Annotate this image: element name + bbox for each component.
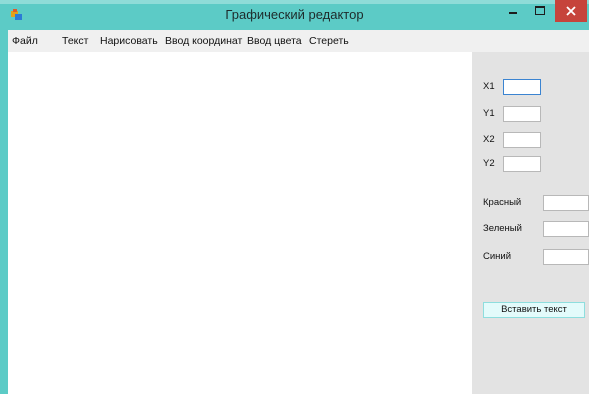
blue-label: Синий xyxy=(483,251,512,262)
red-input[interactable] xyxy=(543,195,589,211)
menu-bar: Файл Текст Нарисовать Ввод координат Вво… xyxy=(8,30,589,52)
x2-input[interactable] xyxy=(503,132,541,148)
blue-input[interactable] xyxy=(543,249,589,265)
x1-input[interactable] xyxy=(503,79,541,95)
x2-label: X2 xyxy=(483,134,495,145)
x1-label: X1 xyxy=(483,81,495,92)
close-button[interactable] xyxy=(555,0,587,22)
drawing-canvas[interactable] xyxy=(8,52,472,394)
menu-erase[interactable]: Стереть xyxy=(309,30,349,52)
menu-file[interactable]: Файл xyxy=(12,30,38,52)
minimize-button[interactable] xyxy=(500,0,526,22)
menu-text[interactable]: Текст xyxy=(62,30,88,52)
green-label: Зеленый xyxy=(483,223,522,234)
title-bar[interactable]: Графический редактор xyxy=(0,0,589,30)
side-panel: X1 Y1 X2 Y2 Красный Зеленый Синий Встави… xyxy=(472,52,589,394)
insert-text-button[interactable]: Вставить текст xyxy=(483,302,585,318)
red-label: Красный xyxy=(483,197,522,208)
y2-label: Y2 xyxy=(483,158,495,169)
menu-color[interactable]: Ввод цвета xyxy=(247,30,302,52)
y1-label: Y1 xyxy=(483,108,495,119)
close-icon xyxy=(566,6,576,16)
menu-draw[interactable]: Нарисовать xyxy=(100,30,158,52)
window-client-area: Файл Текст Нарисовать Ввод координат Вво… xyxy=(8,30,589,394)
y1-input[interactable] xyxy=(503,106,541,122)
maximize-button[interactable] xyxy=(527,0,553,22)
green-input[interactable] xyxy=(543,221,589,237)
y2-input[interactable] xyxy=(503,156,541,172)
menu-coordinates[interactable]: Ввод координат xyxy=(165,30,242,52)
